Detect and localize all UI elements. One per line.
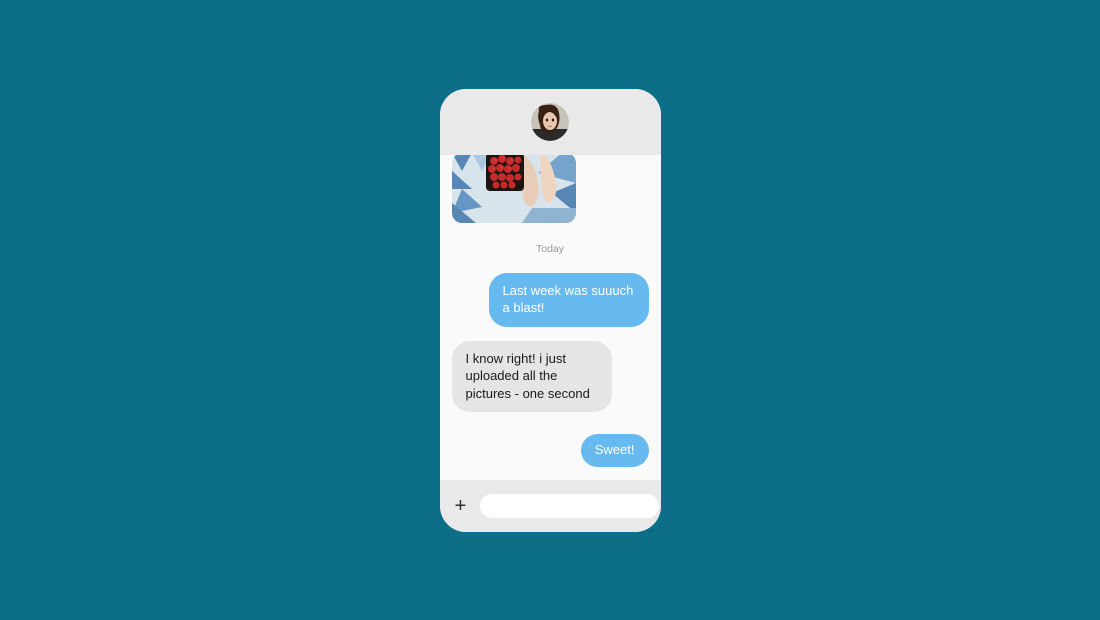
sent-message-bubble[interactable]: Sweet!	[581, 434, 649, 467]
conversation-area[interactable]: Today Last week was suuuch a blast! I kn…	[440, 155, 661, 480]
input-bar: +	[440, 480, 661, 532]
add-attachment-button[interactable]: +	[452, 497, 470, 515]
avatar-image	[531, 103, 569, 141]
contact-avatar[interactable]	[531, 103, 569, 141]
message-input[interactable]	[480, 494, 659, 518]
photo-thumbnail	[452, 155, 576, 223]
received-photo-message[interactable]	[452, 155, 576, 223]
received-message-bubble[interactable]: I know right! i just uploaded all the pi…	[452, 341, 612, 413]
sent-message-bubble[interactable]: Last week was suuuch a blast!	[489, 273, 649, 327]
chat-header	[440, 89, 661, 155]
plus-icon: +	[455, 496, 467, 516]
chat-window: Today Last week was suuuch a blast! I kn…	[440, 89, 661, 532]
timestamp-label: Today	[452, 243, 649, 255]
